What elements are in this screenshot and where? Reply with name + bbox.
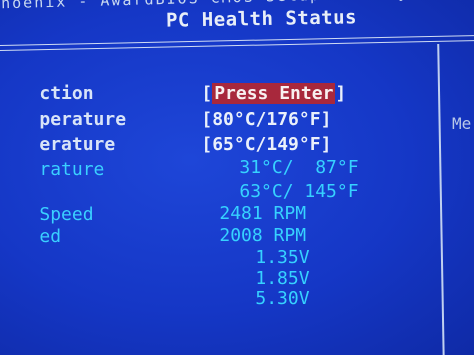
row-label: ed [39,226,62,247]
fan2-speed-row: ed [0,205,61,268]
header-separator [0,34,474,52]
row-label: rature [39,159,105,180]
page-title: PC Health Status [165,6,358,32]
bios-screen: Phoenix - AwardBIOS CMOS Setup Utility P… [0,0,474,355]
help-panel-divider [437,44,445,355]
help-panel-text: Me [452,114,472,133]
voltage-value-3: 5.30V [255,288,310,309]
